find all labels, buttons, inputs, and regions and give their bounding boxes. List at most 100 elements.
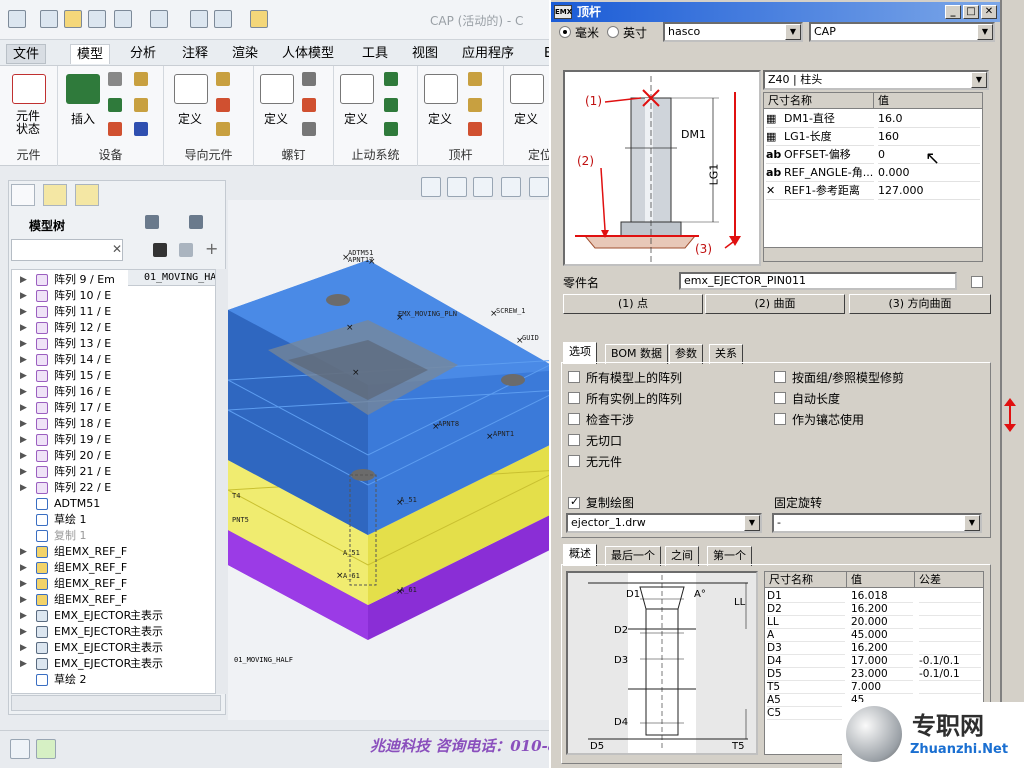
component-status-icon[interactable] <box>12 74 46 104</box>
tab-file[interactable]: 文件 <box>6 44 47 64</box>
tree-item[interactable]: ▶ 阵列 21 / E <box>12 464 220 480</box>
screw-tool-icon[interactable] <box>302 122 316 136</box>
option-checkbox[interactable] <box>568 392 580 404</box>
minimize-button[interactable]: _ <box>945 5 961 19</box>
equipment-tool-icon[interactable] <box>108 122 122 136</box>
tree-item[interactable]: 复制 1 <box>12 528 220 544</box>
expand-arrow-icon[interactable]: ▶ <box>20 272 27 288</box>
tree-item[interactable]: ▶ 阵列 22 / E <box>12 480 220 496</box>
guide-tool-icon[interactable] <box>216 98 230 112</box>
option-checkbox[interactable] <box>774 413 786 425</box>
tab-bom-data[interactable]: BOM 数据 <box>605 344 668 364</box>
tab-last[interactable]: 最后一个 <box>605 546 661 566</box>
regenerate-icon[interactable] <box>190 10 208 28</box>
tree-item[interactable]: ▶ EMX_EJECTOR 主表示 <box>12 656 220 672</box>
dropdown-arrow-icon[interactable]: ▼ <box>977 24 993 40</box>
unit-mm-radio[interactable] <box>559 26 571 38</box>
stop-tool-icon[interactable] <box>384 72 398 86</box>
tree-item[interactable]: ▶ EMX_EJECTOR 主表示 <box>12 608 220 624</box>
define-guide-icon[interactable] <box>174 74 208 104</box>
direction-surface-button[interactable]: (3) 方向曲面 <box>849 294 991 314</box>
expand-arrow-icon[interactable]: ▶ <box>20 368 27 384</box>
tab-applications[interactable]: 应用程序 <box>456 44 520 64</box>
tab-first[interactable]: 第一个 <box>707 546 752 566</box>
stop-tool-icon[interactable] <box>384 122 398 136</box>
ejector-tool-icon[interactable] <box>468 122 482 136</box>
expand-arrow-icon[interactable]: ▶ <box>20 448 27 464</box>
maximize-button[interactable]: □ <box>963 5 979 19</box>
redo-icon[interactable] <box>150 10 168 28</box>
tree-item[interactable]: ▶ 组EMX_REF_F <box>12 544 220 560</box>
expand-arrow-icon[interactable]: ▶ <box>20 352 27 368</box>
expand-arrow-icon[interactable]: ▶ <box>20 480 27 496</box>
define-screw-button[interactable]: 定义 <box>256 110 296 127</box>
tree-item[interactable]: ▶ 阵列 9 / Em <box>12 272 220 288</box>
expand-arrow-icon[interactable]: ▶ <box>20 432 27 448</box>
tree-item[interactable]: ▶ 阵列 12 / E <box>12 320 220 336</box>
ejector-tool-icon[interactable] <box>468 98 482 112</box>
tab-view[interactable]: 视图 <box>406 44 444 64</box>
part-name-input[interactable]: emx_EJECTOR_PIN011 <box>679 272 957 290</box>
screw-tool-icon[interactable] <box>302 98 316 112</box>
dropdown-arrow-icon[interactable]: ▼ <box>971 72 987 88</box>
define-ejector-button[interactable]: 定义 <box>420 110 460 127</box>
tree-item[interactable]: ▶ 组EMX_REF_F <box>12 592 220 608</box>
type-select[interactable]: CAP ▼ <box>809 22 995 42</box>
guide-tool-icon[interactable] <box>216 122 230 136</box>
tree-item[interactable]: ▶ 组EMX_REF_F <box>12 560 220 576</box>
filter-icon[interactable] <box>179 243 193 257</box>
dim-value-cell[interactable]: 127.000 <box>878 182 980 200</box>
option-checkbox[interactable] <box>568 455 580 467</box>
ref-surface-button[interactable]: (2) 曲面 <box>705 294 845 314</box>
stop-tool-icon[interactable] <box>384 98 398 112</box>
equipment-tool-icon[interactable] <box>108 98 122 112</box>
define-stop-icon[interactable] <box>340 74 374 104</box>
model-select[interactable]: Z40 | 柱头 ▼ <box>763 70 989 90</box>
expand-arrow-icon[interactable]: ▶ <box>20 336 27 352</box>
expand-arrow-icon[interactable]: ▶ <box>20 544 27 560</box>
tree-item[interactable]: ▶ 阵列 18 / E <box>12 416 220 432</box>
windows-icon[interactable] <box>214 10 232 28</box>
folder-icon[interactable] <box>250 10 268 28</box>
expand-arrow-icon[interactable]: ▶ <box>20 288 27 304</box>
zoom-out-icon[interactable] <box>473 177 493 197</box>
tab-overview[interactable]: 概述 <box>563 544 597 566</box>
option-checkbox[interactable] <box>774 392 786 404</box>
define-stop-button[interactable]: 定义 <box>336 110 376 127</box>
expand-arrow-icon[interactable]: ▶ <box>20 400 27 416</box>
expand-arrow-icon[interactable]: ▶ <box>20 608 27 624</box>
dim-hscroll[interactable] <box>764 247 982 261</box>
binoculars-icon[interactable] <box>153 243 167 257</box>
unit-inch-radio[interactable] <box>607 26 619 38</box>
repaint-icon[interactable] <box>501 177 521 197</box>
expand-arrow-icon[interactable]: ▶ <box>20 304 27 320</box>
graphics-window[interactable]: ADTM51 APNT17 EMX_MOVING_PLN SCREW_1 GUI… <box>226 200 561 720</box>
model-tree-toggle-icon[interactable] <box>10 739 30 759</box>
tree-item[interactable]: 草绘 1 <box>12 512 220 528</box>
expand-arrow-icon[interactable]: ▶ <box>20 624 27 640</box>
copy-drawing-checkbox[interactable] <box>568 495 580 509</box>
undo-icon[interactable] <box>114 10 132 28</box>
option-checkbox[interactable] <box>568 413 580 425</box>
tree-search-input[interactable]: ✕ <box>11 239 123 261</box>
option-checkbox[interactable] <box>568 434 580 446</box>
define-locate-icon[interactable] <box>510 74 544 104</box>
dropdown-arrow-icon[interactable]: ▼ <box>785 24 801 40</box>
fixed-rotation-select[interactable]: - ▼ <box>772 513 982 533</box>
app-icon[interactable] <box>8 10 26 28</box>
dim-value-cell[interactable]: 160 <box>878 128 980 146</box>
tree-columns-icon[interactable] <box>189 215 203 229</box>
catalog-select[interactable]: hasco ▼ <box>663 22 803 42</box>
open-folder-icon[interactable] <box>64 10 82 28</box>
equipment-tool-icon[interactable] <box>134 72 148 86</box>
tree-item[interactable]: ▶ 阵列 17 / E <box>12 400 220 416</box>
expand-arrow-icon[interactable]: ▶ <box>20 592 27 608</box>
drawing-file-select[interactable]: ejector_1.drw ▼ <box>566 513 762 533</box>
refit-icon[interactable] <box>421 177 441 197</box>
tree-item[interactable]: 草绘 2 <box>12 672 220 688</box>
tree-item[interactable]: ▶ EMX_EJECTOR 主表示 <box>12 640 220 656</box>
dropdown-arrow-icon[interactable]: ▼ <box>964 515 980 531</box>
clear-search-icon[interactable]: ✕ <box>112 242 122 256</box>
define-locate-button[interactable]: 定义 <box>506 110 546 127</box>
tree-item[interactable]: ▶ 阵列 10 / E <box>12 288 220 304</box>
